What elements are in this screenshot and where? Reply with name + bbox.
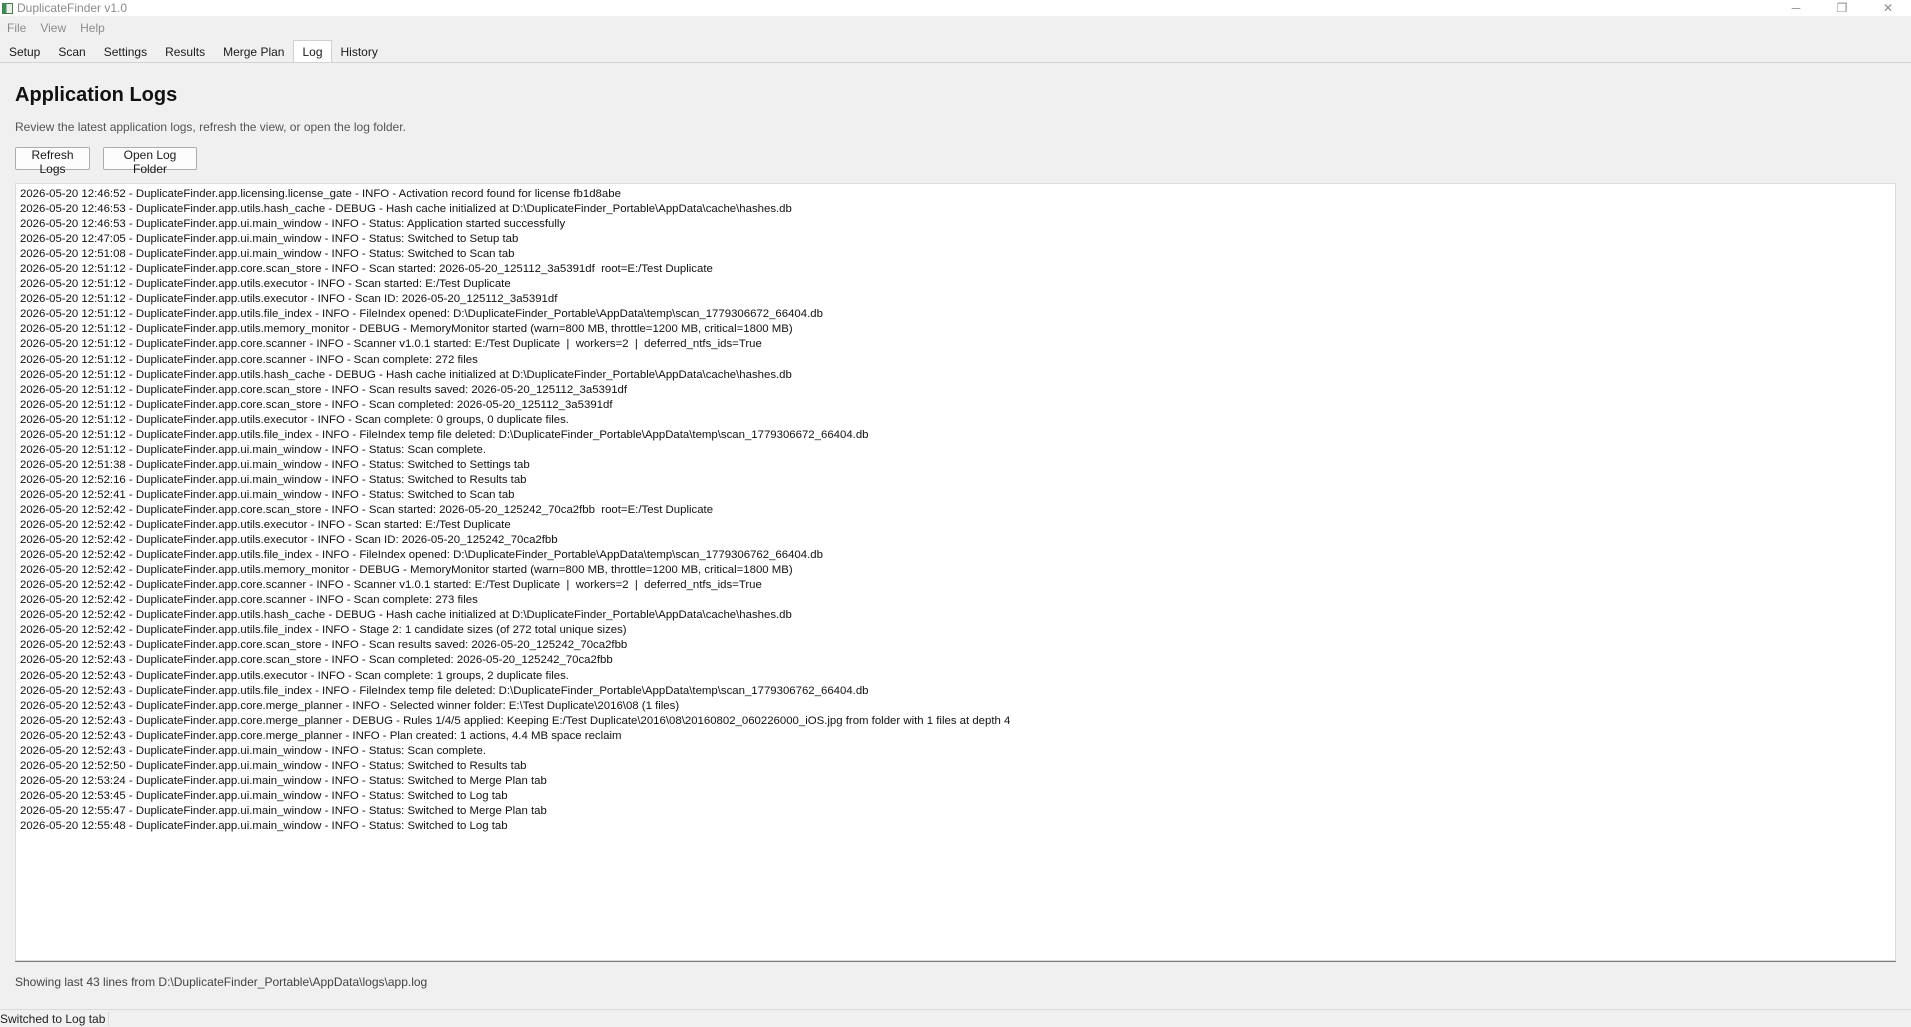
tab-settings[interactable]: Settings bbox=[95, 40, 156, 62]
log-line: 2026-05-20 12:55:47 - DuplicateFinder.ap… bbox=[20, 804, 547, 817]
log-line: 2026-05-20 12:51:12 - DuplicateFinder.ap… bbox=[20, 308, 823, 321]
log-line: 2026-05-20 12:53:24 - DuplicateFinder.ap… bbox=[20, 774, 547, 787]
tab-setup[interactable]: Setup bbox=[0, 40, 49, 62]
tab-scan[interactable]: Scan bbox=[49, 40, 94, 62]
menu-help[interactable]: Help bbox=[73, 21, 112, 35]
log-line: 2026-05-20 12:52:43 - DuplicateFinder.ap… bbox=[20, 669, 569, 682]
log-line: 2026-05-20 12:52:43 - DuplicateFinder.ap… bbox=[20, 744, 486, 757]
log-line: 2026-05-20 12:51:12 - DuplicateFinder.ap… bbox=[20, 443, 486, 456]
log-line: 2026-05-20 12:52:42 - DuplicateFinder.ap… bbox=[20, 534, 558, 547]
log-line: 2026-05-20 12:52:42 - DuplicateFinder.ap… bbox=[20, 549, 823, 562]
log-source-info: Showing last 43 lines from D:\DuplicateF… bbox=[15, 975, 428, 989]
log-line: 2026-05-20 12:51:08 - DuplicateFinder.ap… bbox=[20, 248, 515, 261]
minimize-button[interactable]: ─ bbox=[1773, 0, 1819, 16]
log-line: 2026-05-20 12:52:50 - DuplicateFinder.ap… bbox=[20, 759, 527, 772]
log-line: 2026-05-20 12:51:12 - DuplicateFinder.ap… bbox=[20, 428, 869, 441]
tab-history[interactable]: History bbox=[332, 40, 387, 62]
log-line: 2026-05-20 12:52:43 - DuplicateFinder.ap… bbox=[20, 639, 628, 652]
tab-log[interactable]: Log bbox=[293, 40, 332, 62]
log-line: 2026-05-20 12:52:41 - DuplicateFinder.ap… bbox=[20, 488, 515, 501]
log-line: 2026-05-20 12:51:12 - DuplicateFinder.ap… bbox=[20, 413, 569, 426]
log-line: 2026-05-20 12:51:12 - DuplicateFinder.ap… bbox=[20, 323, 793, 336]
window-title: DuplicateFinder v1.0 bbox=[17, 1, 128, 15]
menu-file[interactable]: File bbox=[0, 21, 33, 35]
close-button[interactable]: ✕ bbox=[1865, 0, 1911, 16]
page-title: Application Logs bbox=[15, 84, 178, 106]
page-description: Review the latest application logs, refr… bbox=[15, 120, 406, 134]
log-line: 2026-05-20 12:52:42 - DuplicateFinder.ap… bbox=[20, 503, 714, 516]
log-line: 2026-05-20 12:51:12 - DuplicateFinder.ap… bbox=[20, 338, 762, 351]
menu-bar: File View Help bbox=[0, 19, 1911, 37]
status-message: Switched to Log tab bbox=[0, 1012, 110, 1026]
tab-results[interactable]: Results bbox=[156, 40, 214, 62]
log-viewer-divider bbox=[15, 961, 1896, 962]
window-controls: ─ ❐ ✕ bbox=[1773, 0, 1911, 16]
refresh-logs-button[interactable]: Refresh Logs bbox=[15, 147, 90, 176]
menu-view[interactable]: View bbox=[33, 21, 73, 35]
open-log-folder-button[interactable]: Open Log Folder bbox=[103, 147, 197, 176]
log-line: 2026-05-20 12:52:42 - DuplicateFinder.ap… bbox=[20, 579, 762, 592]
status-bar: Switched to Log tab bbox=[0, 1009, 1911, 1027]
log-line: 2026-05-20 12:47:05 - DuplicateFinder.ap… bbox=[20, 233, 519, 246]
log-line: 2026-05-20 12:52:16 - DuplicateFinder.ap… bbox=[20, 473, 527, 486]
log-line: 2026-05-20 12:52:43 - DuplicateFinder.ap… bbox=[20, 699, 680, 712]
log-line: 2026-05-20 12:46:53 - DuplicateFinder.ap… bbox=[20, 203, 792, 216]
log-line: 2026-05-20 12:51:12 - DuplicateFinder.ap… bbox=[20, 278, 511, 291]
log-line: 2026-05-20 12:52:42 - DuplicateFinder.ap… bbox=[20, 519, 511, 532]
log-line: 2026-05-20 12:52:43 - DuplicateFinder.ap… bbox=[20, 714, 1011, 727]
log-line: 2026-05-20 12:55:48 - DuplicateFinder.ap… bbox=[20, 819, 508, 832]
log-viewer[interactable]: 2026-05-20 12:46:52 - DuplicateFinder.ap… bbox=[15, 183, 1896, 961]
log-line: 2026-05-20 12:52:42 - DuplicateFinder.ap… bbox=[20, 594, 478, 607]
tab-merge-plan[interactable]: Merge Plan bbox=[214, 40, 293, 62]
app-icon bbox=[2, 2, 13, 14]
tab-bar: Setup Scan Settings Results Merge Plan L… bbox=[0, 40, 1911, 63]
log-line: 2026-05-20 12:52:43 - DuplicateFinder.ap… bbox=[20, 729, 622, 742]
log-line: 2026-05-20 12:46:52 - DuplicateFinder.ap… bbox=[20, 188, 621, 200]
title-bar: DuplicateFinder v1.0 ─ ❐ ✕ bbox=[0, 0, 1911, 16]
log-line: 2026-05-20 12:51:12 - DuplicateFinder.ap… bbox=[20, 398, 613, 411]
log-line: 2026-05-20 12:52:43 - DuplicateFinder.ap… bbox=[20, 654, 613, 667]
log-line: 2026-05-20 12:52:42 - DuplicateFinder.ap… bbox=[20, 564, 793, 577]
log-line: 2026-05-20 12:52:42 - DuplicateFinder.ap… bbox=[20, 624, 627, 637]
log-line: 2026-05-20 12:51:12 - DuplicateFinder.ap… bbox=[20, 368, 792, 381]
log-line: 2026-05-20 12:51:12 - DuplicateFinder.ap… bbox=[20, 263, 713, 276]
log-line: 2026-05-20 12:51:12 - DuplicateFinder.ap… bbox=[20, 383, 628, 396]
log-line: 2026-05-20 12:46:53 - DuplicateFinder.ap… bbox=[20, 218, 566, 231]
log-line: 2026-05-20 12:53:45 - DuplicateFinder.ap… bbox=[20, 789, 508, 802]
log-line: 2026-05-20 12:51:12 - DuplicateFinder.ap… bbox=[20, 353, 478, 366]
log-line: 2026-05-20 12:52:43 - DuplicateFinder.ap… bbox=[20, 684, 869, 697]
maximize-button[interactable]: ❐ bbox=[1819, 0, 1865, 16]
log-line: 2026-05-20 12:51:12 - DuplicateFinder.ap… bbox=[20, 293, 558, 306]
log-line: 2026-05-20 12:51:38 - DuplicateFinder.ap… bbox=[20, 458, 530, 471]
log-line: 2026-05-20 12:52:42 - DuplicateFinder.ap… bbox=[20, 609, 792, 622]
